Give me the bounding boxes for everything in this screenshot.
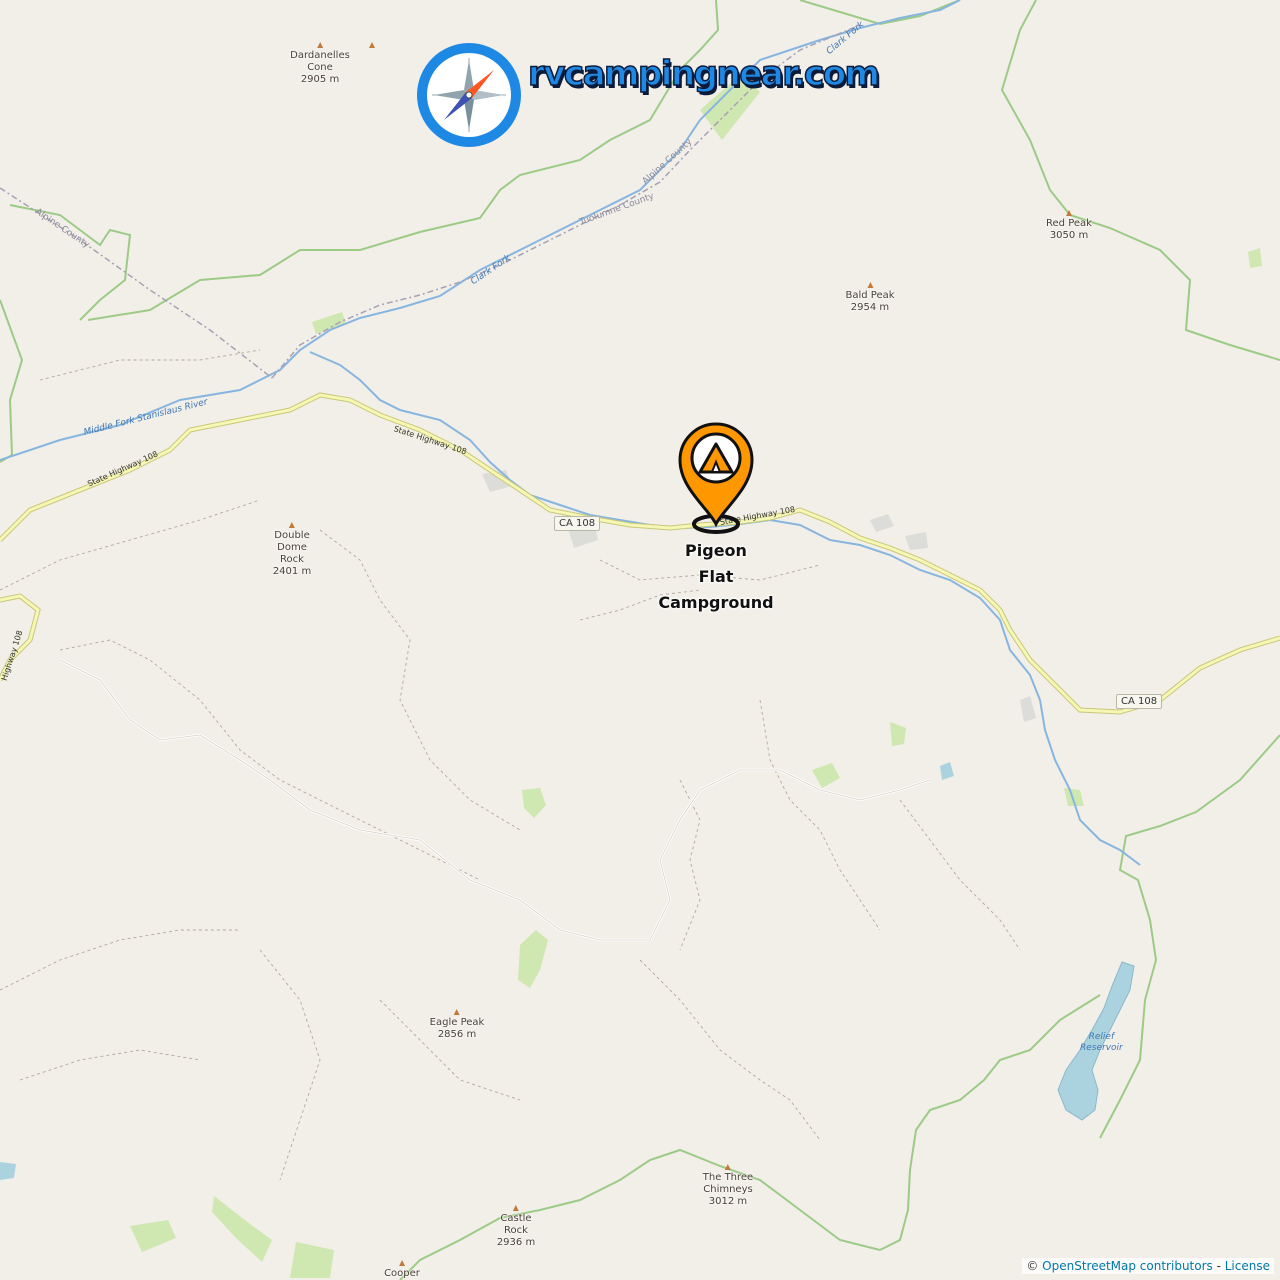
peak-icon	[724, 1164, 731, 1170]
peak-dardanelles-cone: Dardanelles Cone 2905 m	[290, 42, 350, 86]
logo-text: rvcampingnear.com	[527, 53, 880, 95]
attribution-separator: -	[1212, 1259, 1225, 1273]
peak-icon	[369, 42, 375, 48]
peak-label: Dardanelles Cone 2905 m	[290, 50, 350, 85]
peak-label: Eagle Peak 2856 m	[429, 1017, 485, 1040]
campground-label[interactable]: Pigeon Flat Campground	[658, 538, 773, 616]
peak-label: Red Peak 3050 m	[1046, 218, 1092, 241]
peak-icon	[1066, 210, 1072, 216]
peak-cooper: Cooper	[384, 1260, 420, 1280]
campground-label-line: Pigeon	[685, 541, 747, 560]
peak-red-peak: Red Peak 3050 m	[1046, 210, 1092, 242]
peak-castle-rock: Castle Rock 2936 m	[497, 1205, 535, 1249]
route-shield-ca108: CA 108	[1116, 694, 1163, 709]
map-base-layer	[0, 0, 1280, 1280]
minor-roads-outline	[59, 659, 931, 941]
peak-the-three-chimneys: The Three Chimneys 3012 m	[703, 1164, 753, 1208]
map-canvas[interactable]: Dardanelles Cone 2905 m Red Peak 3050 m …	[0, 0, 1280, 1280]
peak-icon	[866, 282, 873, 288]
map-attribution: © OpenStreetMap contributors - License	[1022, 1258, 1274, 1274]
peak-label: Bald Peak 2954 m	[845, 290, 895, 313]
route-shield-ca108: CA 108	[554, 516, 601, 531]
small-lake-west	[0, 1162, 16, 1180]
peak-icon	[317, 42, 323, 48]
trails	[0, 349, 1021, 1181]
peak-icon	[289, 522, 295, 528]
campground-label-line: Campground	[658, 593, 774, 612]
peak-double-dome-rock: Double Dome Rock 2401 m	[273, 522, 311, 578]
osm-contributors-link[interactable]: OpenStreetMap contributors	[1042, 1259, 1213, 1273]
peak-icon	[454, 1009, 460, 1015]
small-lake	[940, 762, 954, 780]
peak-icon	[399, 1260, 405, 1266]
compass-icon	[417, 43, 521, 147]
campground-marker-icon[interactable]	[672, 420, 760, 536]
license-link[interactable]: License	[1225, 1259, 1270, 1273]
highway-108	[0, 392, 1280, 715]
peak-eagle-peak: Eagle Peak 2856 m	[429, 1009, 485, 1041]
peak-label: Castle Rock 2936 m	[496, 1213, 536, 1248]
campground-label-line: Flat	[698, 567, 734, 586]
peak-label: Cooper	[384, 1268, 420, 1279]
site-logo[interactable]: rvcampingnear.com	[414, 40, 884, 152]
minor-roads	[59, 658, 931, 942]
peak-label: Double Dome Rock 2401 m	[272, 530, 312, 577]
peak-unnamed	[369, 42, 375, 50]
peak-icon	[513, 1205, 519, 1211]
peak-label: The Three Chimneys 3012 m	[702, 1172, 754, 1207]
copyright-symbol: ©	[1026, 1259, 1043, 1273]
peak-bald-peak: Bald Peak 2954 m	[845, 282, 895, 314]
lake-label: Relief Reservoir	[1080, 1032, 1123, 1053]
